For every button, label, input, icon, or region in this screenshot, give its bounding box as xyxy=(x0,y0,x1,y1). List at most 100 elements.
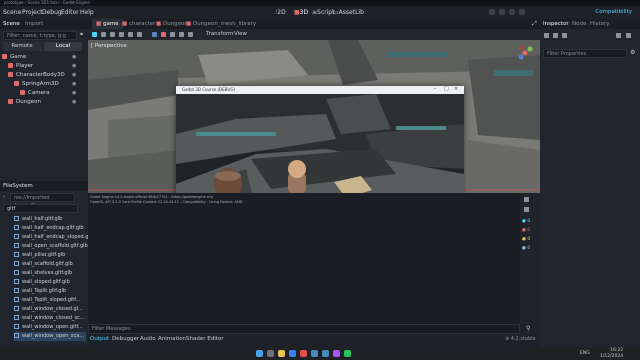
tab-node[interactable]: Node xyxy=(572,19,586,29)
perspective-menu[interactable]: [ Perspective xyxy=(91,43,127,49)
pause-icon[interactable] xyxy=(499,9,505,15)
tab-dungeon-mesh-library[interactable]: ■ Dungeon_mesh_library xyxy=(186,19,256,29)
link-icon[interactable]: ⚭ xyxy=(79,31,84,38)
open-resource-icon[interactable] xyxy=(553,33,558,38)
more-icon[interactable] xyxy=(188,32,193,37)
menu-scene[interactable]: Scene xyxy=(3,9,21,16)
file-item[interactable]: wall_Tsplit_sloped.gltf... xyxy=(14,296,80,305)
tab-audio[interactable]: Audio xyxy=(140,336,156,342)
workspace-script[interactable]: ≡Script xyxy=(312,9,334,16)
tab-inspector[interactable]: Inspector xyxy=(543,19,569,29)
save-resource-icon[interactable] xyxy=(562,33,567,38)
scale-tool-icon[interactable] xyxy=(119,32,124,37)
visibility-icon[interactable]: ◉ xyxy=(72,72,76,78)
local-button[interactable]: Local xyxy=(44,42,82,51)
tree-item-springarm3d[interactable]: SpringArm3D xyxy=(14,80,59,89)
filter-properties-input[interactable]: Filter Properties xyxy=(543,49,627,58)
tree-item-dungeon[interactable]: Dungeon xyxy=(8,98,41,107)
browser-icon[interactable] xyxy=(289,350,296,357)
gizmo-axis-icon[interactable] xyxy=(516,44,534,62)
godot-game-icon[interactable] xyxy=(322,350,329,357)
history-back-icon[interactable] xyxy=(616,33,621,38)
tab-game[interactable]: ■ game xyxy=(92,19,123,29)
search-taskbar-icon[interactable] xyxy=(267,350,274,357)
visibility-icon[interactable]: ◉ xyxy=(72,63,76,69)
transform-menu[interactable]: Transform xyxy=(206,31,233,37)
error-filter-toggle[interactable]: ● 0 xyxy=(522,228,530,233)
tree-item-player[interactable]: Player xyxy=(8,62,33,71)
workspace-3d[interactable]: ■3D xyxy=(294,9,308,16)
history-forward-icon[interactable] xyxy=(626,33,631,38)
message-filter-toggle[interactable]: ● 0 xyxy=(522,246,530,251)
file-item[interactable]: wall_sloped.gltf.glb xyxy=(14,278,70,287)
close-icon[interactable]: × xyxy=(454,86,458,92)
visibility-icon[interactable]: ◉ xyxy=(72,54,76,60)
file-item[interactable]: wall_Tsplit.gltf.glb xyxy=(14,287,66,296)
back-icon[interactable]: ‹ xyxy=(3,194,5,200)
local-space-icon[interactable] xyxy=(152,32,157,37)
file-item[interactable]: wall_scaffold.gltf.glb xyxy=(14,260,73,269)
file-item[interactable]: wall_half.gltf.glb xyxy=(14,215,62,224)
new-resource-icon[interactable] xyxy=(544,33,549,38)
filesystem-filter-input[interactable]: gltf xyxy=(3,204,78,213)
stop-icon[interactable] xyxy=(509,9,515,15)
app-icon[interactable] xyxy=(344,350,351,357)
copy-output-icon[interactable] xyxy=(524,207,529,212)
app-icon[interactable] xyxy=(333,350,340,357)
clear-output-icon[interactable] xyxy=(524,197,529,202)
warning-filter-toggle[interactable]: ● 0 xyxy=(522,237,530,242)
file-item[interactable]: wall_window_closed_sc... xyxy=(14,314,85,323)
rotate-tool-icon[interactable] xyxy=(110,32,115,37)
play-scene-icon[interactable] xyxy=(519,9,525,15)
file-item[interactable]: wall_window_open.gltf... xyxy=(14,323,83,332)
app-icon[interactable] xyxy=(300,350,307,357)
workspace-assetlib[interactable]: ▭AssetLib xyxy=(333,9,364,16)
file-item[interactable]: wall_shelves.gltf.glb xyxy=(14,269,72,278)
language-indicator[interactable]: ENG xyxy=(580,351,590,356)
distraction-free-icon[interactable]: ⤢ xyxy=(532,20,537,28)
file-item[interactable]: wall_half_endcap_sloped.gltf xyxy=(14,233,94,242)
visibility-icon[interactable]: ◉ xyxy=(72,99,76,105)
tab-output[interactable]: Output xyxy=(90,336,109,342)
menu-editor[interactable]: Editor xyxy=(61,9,79,16)
file-item[interactable]: wall_open_scaffold.gltf.glb xyxy=(14,242,88,251)
remote-button[interactable]: Remote xyxy=(3,42,41,51)
play-icon[interactable] xyxy=(489,9,495,15)
tree-item-camera[interactable]: Camera xyxy=(20,89,50,98)
tab-dungeon[interactable]: ■ Dungeon xyxy=(156,19,188,29)
tab-debugger[interactable]: Debugger xyxy=(112,336,139,342)
filter-messages-input[interactable]: Filter Messages xyxy=(88,324,520,334)
tab-import[interactable]: Import xyxy=(25,19,43,29)
tab-shader-editor[interactable]: Shader Editor xyxy=(186,336,224,342)
tab-animation[interactable]: Animation xyxy=(158,336,186,342)
menu-help[interactable]: Help xyxy=(80,9,94,16)
minimize-icon[interactable]: – xyxy=(434,86,437,92)
file-item[interactable]: wall_pillar.gltf.glb xyxy=(14,251,65,260)
tab-character[interactable]: ■ character xyxy=(122,19,155,29)
maximize-icon[interactable]: □ xyxy=(444,86,449,92)
menu-debug[interactable]: Debug xyxy=(42,9,62,16)
file-item-selected[interactable]: wall_window_open_sca... xyxy=(14,332,86,341)
tab-history[interactable]: History xyxy=(590,19,610,29)
start-icon[interactable] xyxy=(256,350,263,357)
view-menu[interactable]: View xyxy=(234,31,247,37)
godot-icon[interactable] xyxy=(311,350,318,357)
visibility-icon[interactable]: ◉ xyxy=(72,90,76,96)
move-tool-icon[interactable] xyxy=(101,32,106,37)
environment-icon[interactable] xyxy=(179,32,184,37)
snap-icon[interactable] xyxy=(161,32,166,37)
file-explorer-icon[interactable] xyxy=(278,350,285,357)
list-tool-icon[interactable] xyxy=(128,32,133,37)
filesystem-path-input[interactable]: res://Imported Assets/Du xyxy=(10,193,75,209)
search-icon[interactable]: ⚲ xyxy=(526,325,530,332)
settings-icon[interactable]: ⚙ xyxy=(630,49,635,56)
visibility-icon[interactable]: ◉ xyxy=(72,81,76,87)
ruler-tool-icon[interactable] xyxy=(137,32,142,37)
select-tool-icon[interactable] xyxy=(92,32,97,37)
sun-icon[interactable] xyxy=(170,32,175,37)
clock[interactable]: 16:22 1/12/2024 xyxy=(600,348,623,359)
scene-filter-input[interactable]: Filter: name, t:type, g:g xyxy=(3,31,77,40)
file-item[interactable]: wall_half_endcap.gltf.glb xyxy=(14,224,84,233)
tab-scene[interactable]: Scene xyxy=(3,19,20,29)
renderer-select[interactable]: Compatibility xyxy=(595,9,632,15)
